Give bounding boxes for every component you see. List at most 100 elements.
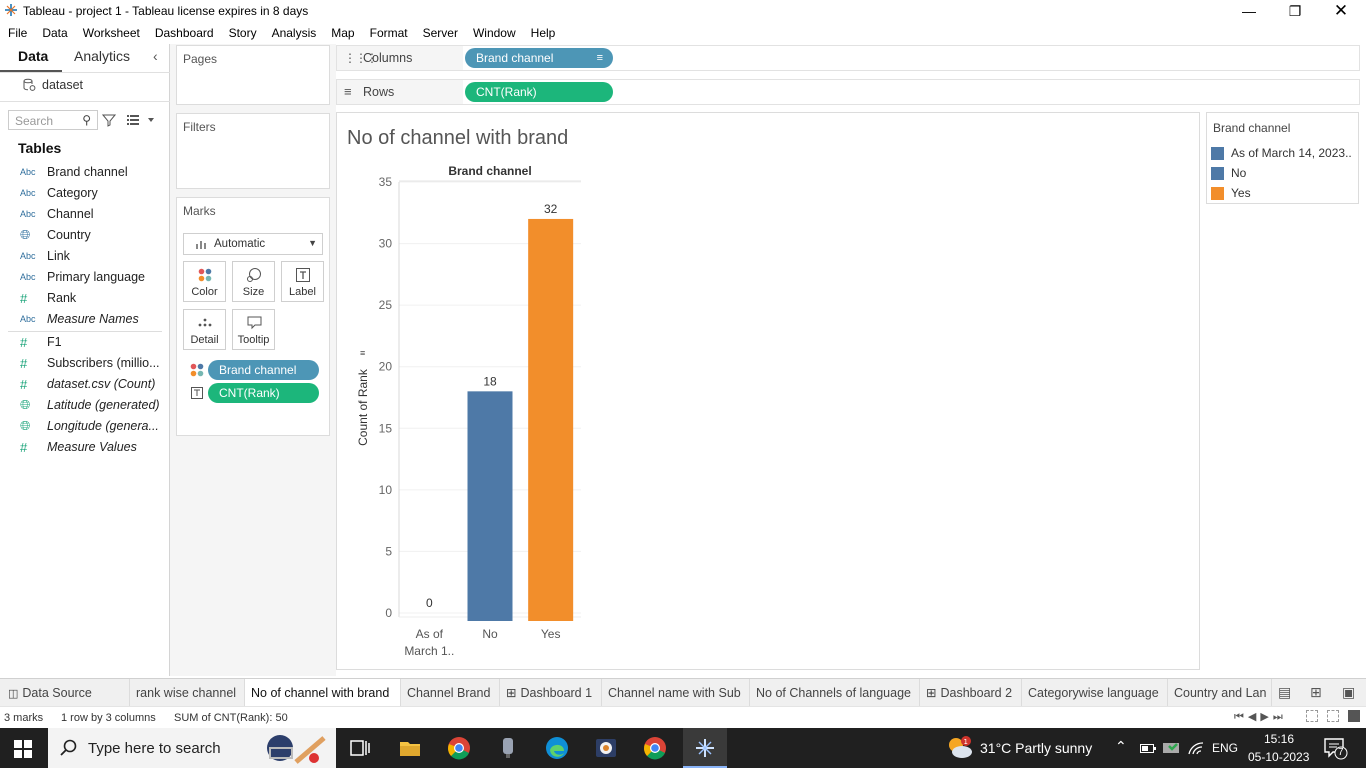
chevron-down-icon: ▼ — [308, 238, 317, 248]
sheet-navigation-icons[interactable]: ⏮◀▶⏭ — [1234, 710, 1287, 724]
datasource-name[interactable]: dataset — [42, 78, 83, 92]
tab-data-source[interactable]: ◫ Data Source — [0, 679, 130, 707]
tab-data[interactable]: Data — [18, 48, 48, 64]
menu-file[interactable]: File — [8, 26, 27, 40]
menu-analysis[interactable]: Analysis — [272, 26, 317, 40]
filters-card[interactable]: Filters — [176, 113, 330, 189]
field-subscribers[interactable]: # Subscribers (millio... — [20, 353, 160, 373]
weather-text[interactable]: 31°C Partly sunny — [980, 740, 1092, 756]
field-dataset-count[interactable]: # dataset.csv (Count) — [20, 374, 155, 394]
language-indicator[interactable]: ENG — [1212, 741, 1238, 755]
color-button[interactable]: Color — [183, 261, 226, 302]
title-bar: Tableau - project 1 - Tableau license ex… — [0, 0, 1366, 22]
field-measure-names[interactable]: Abc Measure Names — [20, 309, 139, 329]
chrome-icon-2[interactable] — [643, 736, 667, 760]
field-rank[interactable]: # Rank — [20, 288, 76, 308]
mark-type-dropdown[interactable]: Automatic ▼ — [183, 233, 323, 255]
wifi-icon[interactable] — [1188, 741, 1204, 755]
globe-icon: 🌐︎ — [20, 227, 31, 242]
rows-icon: ≡ — [344, 84, 352, 99]
minimize-button[interactable]: — — [1226, 0, 1272, 22]
menu-help[interactable]: Help — [531, 26, 556, 40]
filter-icon[interactable] — [102, 113, 116, 127]
field-brand-channel[interactable]: Abc Brand channel — [20, 162, 128, 182]
tab-channel-name-with-sub[interactable]: Channel name with Sub — [602, 679, 750, 707]
sort-icon[interactable]: ≡ — [597, 48, 603, 68]
marks-brand-channel-pill[interactable]: Brand channel — [208, 360, 319, 380]
field-country[interactable]: 🌐︎ Country — [20, 225, 91, 245]
x-tick-label: No — [482, 627, 498, 641]
tab-rank-wise-channel[interactable]: rank wise channel — [130, 679, 245, 707]
restore-button[interactable]: ❐ — [1272, 0, 1318, 22]
legend-item-no[interactable]: No — [1211, 164, 1246, 182]
x-tick-label: March 1.. — [404, 644, 454, 658]
close-button[interactable]: ✕ — [1318, 0, 1364, 22]
battery-icon[interactable] — [1140, 742, 1156, 754]
menu-worksheet[interactable]: Worksheet — [83, 26, 140, 40]
field-link[interactable]: Abc Link — [20, 246, 70, 266]
menu-server[interactable]: Server — [423, 26, 458, 40]
tab-dashboard-1[interactable]: ⊞ Dashboard 1 — [500, 679, 602, 707]
filmstrip-view-icon[interactable] — [1306, 710, 1318, 722]
chrome-icon[interactable] — [447, 736, 471, 760]
tab-no-of-channels-of-language[interactable]: No of Channels of language — [750, 679, 920, 707]
search-icon — [60, 739, 77, 756]
tab-categorywise-language[interactable]: Categorywise language — [1022, 679, 1168, 707]
x-tick-label: As of — [416, 627, 444, 641]
menu-map[interactable]: Map — [331, 26, 354, 40]
menu-format[interactable]: Format — [370, 26, 408, 40]
tab-no-of-channel-with-brand[interactable]: No of channel with brand — [245, 679, 401, 707]
file-explorer-icon[interactable] — [398, 736, 422, 760]
tooltip-button[interactable]: Tooltip — [232, 309, 275, 350]
windows-start-icon[interactable] — [14, 740, 32, 758]
notification-icon[interactable] — [1324, 738, 1348, 760]
legend-item-as-of-march[interactable]: As of March 14, 2023.. — [1211, 144, 1352, 162]
field-latitude[interactable]: 🌐︎ Latitude (generated) — [20, 395, 160, 415]
field-longitude[interactable]: 🌐︎ Longitude (genera... — [20, 416, 159, 436]
legend-item-yes[interactable]: Yes — [1211, 184, 1251, 202]
field-category[interactable]: Abc Category — [20, 183, 98, 203]
clock-date[interactable]: 05-10-2023 — [1248, 750, 1309, 764]
tabs-view-icon[interactable] — [1348, 710, 1360, 722]
rows-cnt-rank-pill[interactable]: CNT(Rank) — [465, 82, 613, 102]
columns-drop-area[interactable]: Brand channel ≡ — [463, 46, 1359, 70]
pages-card[interactable]: Pages — [176, 45, 330, 105]
field-channel[interactable]: Abc Channel — [20, 204, 94, 224]
detail-button[interactable]: Detail — [183, 309, 226, 350]
tab-dashboard-2[interactable]: ⊞ Dashboard 2 — [920, 679, 1022, 707]
size-icon — [247, 268, 261, 282]
tab-analytics[interactable]: Analytics — [74, 48, 130, 64]
new-dashboard-icon[interactable]: ⊞ — [1310, 684, 1322, 701]
tab-country-and-language[interactable]: Country and Lan — [1168, 679, 1272, 707]
label-button[interactable]: Label — [281, 261, 324, 302]
tab-channel-brand[interactable]: Channel Brand — [401, 679, 500, 707]
tableau-taskbar-button[interactable] — [683, 728, 727, 768]
menu-dashboard[interactable]: Dashboard — [155, 26, 214, 40]
menu-story[interactable]: Story — [229, 26, 257, 40]
field-primary-language[interactable]: Abc Primary language — [20, 267, 145, 287]
taskbar-search-box[interactable]: Type here to search — [48, 728, 336, 768]
media-app-icon[interactable] — [496, 736, 520, 760]
defender-icon[interactable] — [1163, 741, 1181, 755]
sheet-sorter-icon[interactable] — [1327, 710, 1339, 722]
size-button[interactable]: Size — [232, 261, 275, 302]
new-worksheet-icon[interactable]: ▤ — [1278, 684, 1291, 701]
column-header: Brand channel — [448, 164, 531, 178]
clock-time[interactable]: 15:16 — [1264, 732, 1294, 746]
chevron-up-icon[interactable]: ⌃ — [1115, 738, 1127, 755]
collapse-pane-icon[interactable]: ‹ — [153, 48, 158, 64]
legend-swatch — [1211, 186, 1224, 200]
field-measure-values[interactable]: # Measure Values — [20, 437, 137, 457]
field-f1[interactable]: # F1 — [20, 332, 62, 352]
menu-data[interactable]: Data — [42, 26, 67, 40]
task-view-icon[interactable] — [348, 736, 372, 760]
new-story-icon[interactable]: ▣ — [1342, 684, 1355, 701]
view-options-icon[interactable] — [127, 114, 155, 126]
menu-window[interactable]: Window — [473, 26, 516, 40]
edge-icon[interactable] — [545, 736, 569, 760]
search-input[interactable]: Search ⚲ — [8, 110, 98, 130]
marks-cnt-rank-pill[interactable]: CNT(Rank) — [208, 383, 319, 403]
photos-app-icon[interactable] — [594, 736, 618, 760]
rows-drop-area[interactable]: CNT(Rank) — [463, 80, 1359, 104]
columns-brand-channel-pill[interactable]: Brand channel ≡ — [465, 48, 613, 68]
